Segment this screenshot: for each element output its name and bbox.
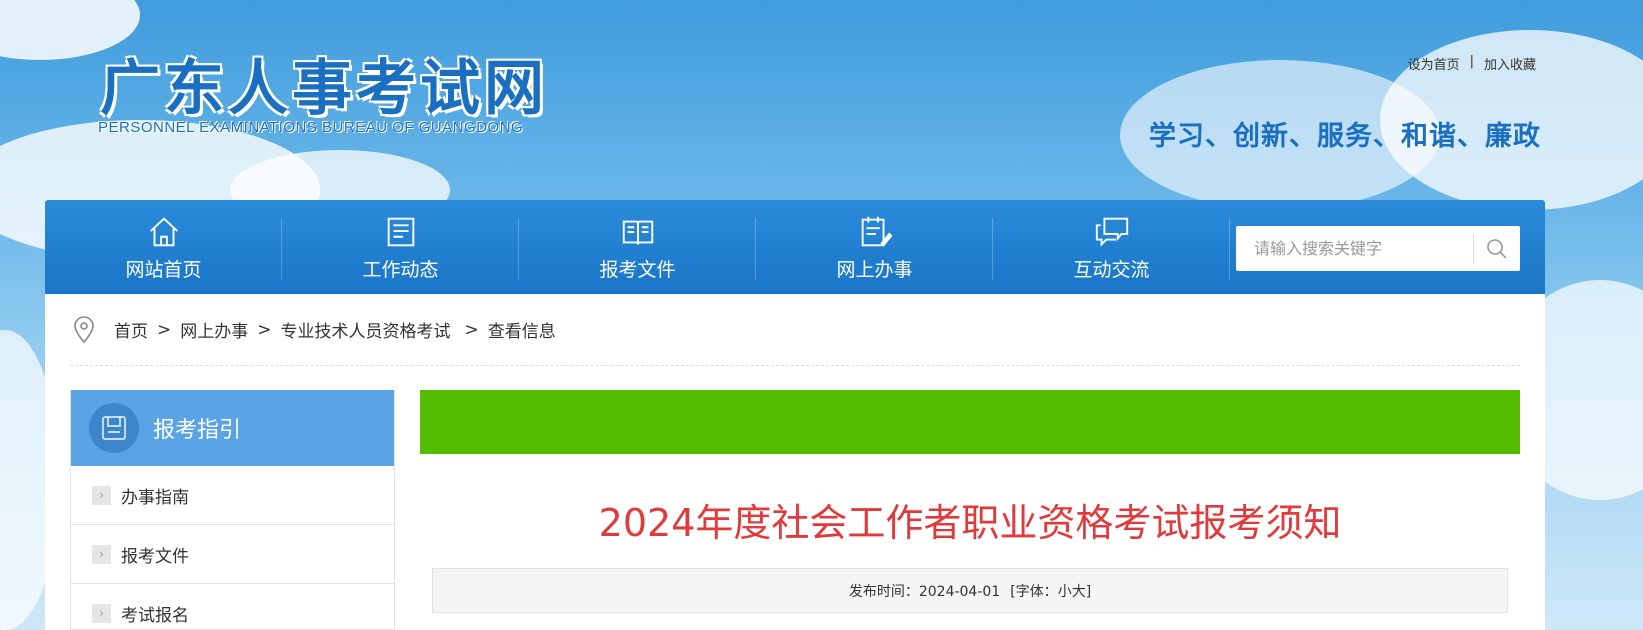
sidebar-item-label: 报考文件 [121,546,189,567]
breadcrumb-home[interactable]: 首页 [114,317,148,342]
location-pin-icon [74,315,94,343]
site-slogan: 学习、创新、服务、和谐、廉政 [1149,121,1541,152]
site-logo-subtitle: PERSONNEL EXAMINATIONS BUREAU OF GUANGDO… [98,119,524,136]
main-content: 首页 > 网上办事 > 专业技术人员资格考试 > 查看信息 报考指引 › 办事指… [45,294,1545,630]
breadcrumb-professional-exams[interactable]: 专业技术人员资格考试 [281,317,451,342]
nav-item-label: 互动交流 [1073,258,1150,281]
sidebar-item-registration[interactable]: › 考试报名 [71,584,394,630]
sidebar-item-label: 考试报名 [121,605,189,626]
nav-item-interaction[interactable]: 互动交流 [993,200,1230,294]
font-size-label: [字体： [1010,583,1058,600]
chevron-right-icon: › [92,603,111,623]
nav-item-label: 工作动态 [362,258,439,281]
font-size-label-end: ] [1085,583,1092,600]
breadcrumb-separator: > [464,319,479,340]
article-banner [420,390,1520,454]
chevron-right-icon: › [92,544,111,564]
nav-item-home[interactable]: 网站首页 [45,200,282,294]
chat-icon [1095,217,1128,247]
document-icon [102,416,126,440]
nav-item-label: 网上办事 [836,258,913,281]
breadcrumb: 首页 > 网上办事 > 专业技术人员资格考试 > 查看信息 [70,294,1520,366]
nav-item-label: 报考文件 [599,258,676,281]
font-small-button[interactable]: 小 [1058,584,1072,600]
chevron-right-icon: › [92,485,111,505]
nav-item-label: 网站首页 [125,258,202,281]
breadcrumb-separator: > [157,319,172,340]
main-nav: 网站首页 工作动态 报考文件 网上办事 互动交流 [45,200,1545,294]
breadcrumb-online-services[interactable]: 网上办事 [180,317,248,342]
search-input[interactable] [1254,233,1474,264]
publish-date: 发布时间：2024-04-01 [848,583,1001,600]
sidebar-title: 报考指引 [153,418,242,443]
sidebar-item-guide[interactable]: › 办事指南 [71,466,394,525]
add-favorite-link[interactable]: 加入收藏 [1484,54,1536,73]
top-links: 设为首页 | 加入收藏 [1408,54,1536,73]
clipboard-icon [861,216,892,247]
sidebar: 报考指引 › 办事指南 › 报考文件 › 考试报名 [70,390,395,630]
search-button[interactable] [1474,226,1520,271]
site-logo-title: 广东人事考试网 [100,54,548,124]
set-homepage-link[interactable]: 设为首页 [1408,54,1460,73]
sidebar-item-label: 办事指南 [121,487,189,508]
search-box [1236,226,1520,271]
sidebar-header: 报考指引 [71,390,394,466]
top-links-separator: | [1469,54,1474,69]
news-icon [387,217,414,246]
font-large-button[interactable]: 大 [1072,584,1086,600]
book-icon [622,220,653,244]
search-icon [1487,238,1507,259]
article-meta: 发布时间：2024-04-01 [字体：小大] [432,568,1508,613]
sidebar-header-icon-circle [89,403,139,453]
nav-item-online-services[interactable]: 网上办事 [756,200,993,294]
home-icon [149,216,178,246]
breadcrumb-current: 查看信息 [487,322,556,342]
nav-item-documents[interactable]: 报考文件 [519,200,756,294]
nav-item-news[interactable]: 工作动态 [282,200,519,294]
font-size-switcher: [字体：小大] [1010,581,1091,601]
breadcrumb-separator: > [257,319,272,340]
article: 2024年度社会工作者职业资格考试报考须知 发布时间：2024-04-01 [字… [420,390,1520,630]
sidebar-item-documents[interactable]: › 报考文件 [71,525,394,584]
article-title: 2024年度社会工作者职业资格考试报考须知 [598,501,1342,545]
